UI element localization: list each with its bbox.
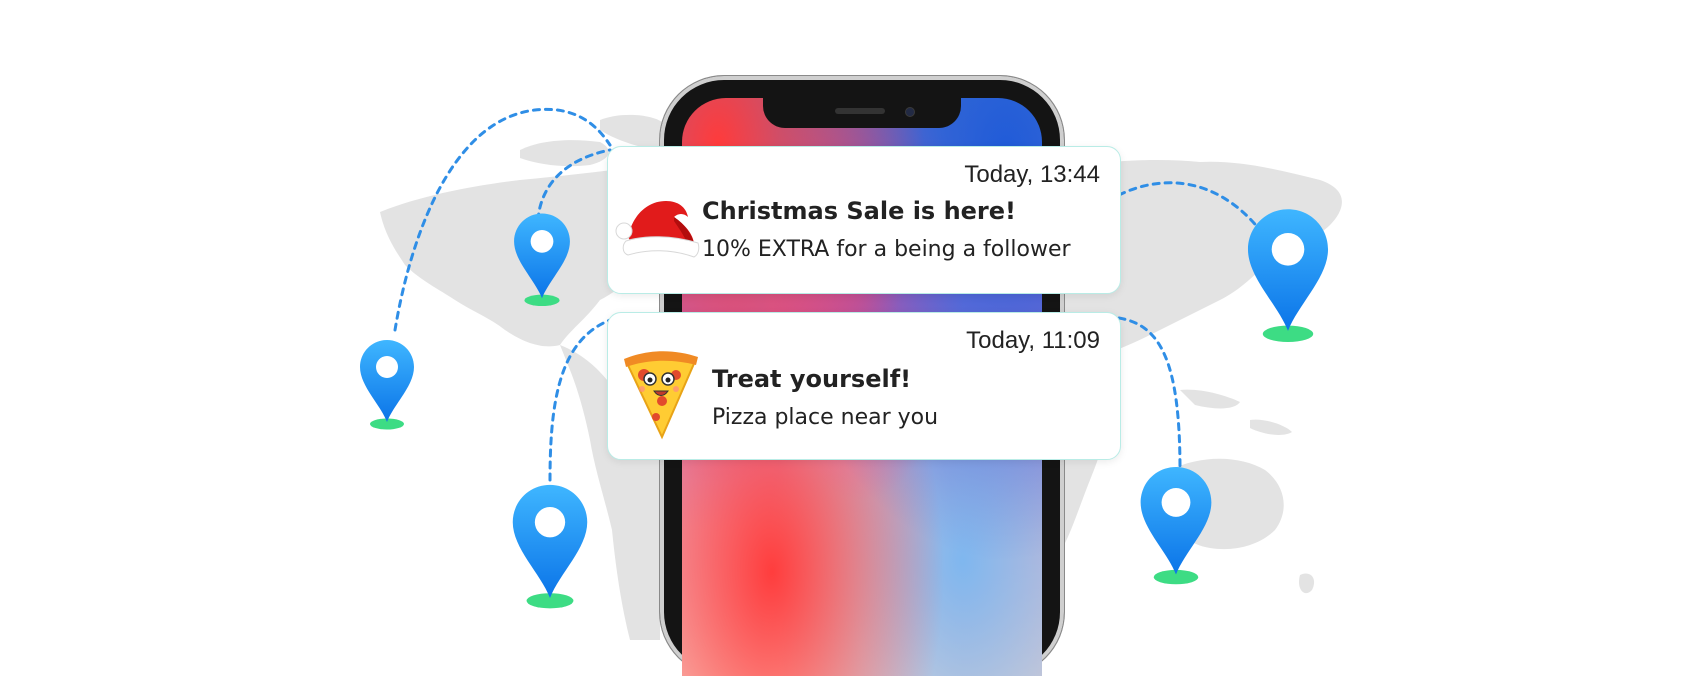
location-pin-icon	[1140, 467, 1212, 585]
hero-illustration: Today, 13:44 Christmas Sale is here! 10%…	[0, 0, 1698, 676]
location-pin-icon	[1247, 209, 1329, 342]
phone-notch	[763, 98, 961, 128]
santa-hat-icon	[615, 201, 700, 258]
notification-title: Treat yourself!	[712, 365, 912, 393]
front-camera	[905, 107, 915, 117]
location-pin-icon	[360, 340, 414, 430]
notification-title: Christmas Sale is here!	[702, 197, 1016, 225]
notification-body: 10% EXTRA for a being a follower	[702, 237, 1071, 262]
notification-time: Today, 11:09	[966, 327, 1100, 354]
location-pin-icon	[514, 213, 570, 307]
pizza-slice-icon	[624, 351, 698, 440]
location-pin-icon	[512, 484, 588, 609]
notification-card[interactable]: Today, 11:09 Treat yourself! Pizza place…	[607, 312, 1121, 460]
notification-time: Today, 13:44	[964, 161, 1100, 188]
speaker-grille	[835, 108, 885, 114]
notification-card[interactable]: Today, 13:44 Christmas Sale is here! 10%…	[607, 146, 1121, 294]
notification-body: Pizza place near you	[712, 405, 939, 430]
